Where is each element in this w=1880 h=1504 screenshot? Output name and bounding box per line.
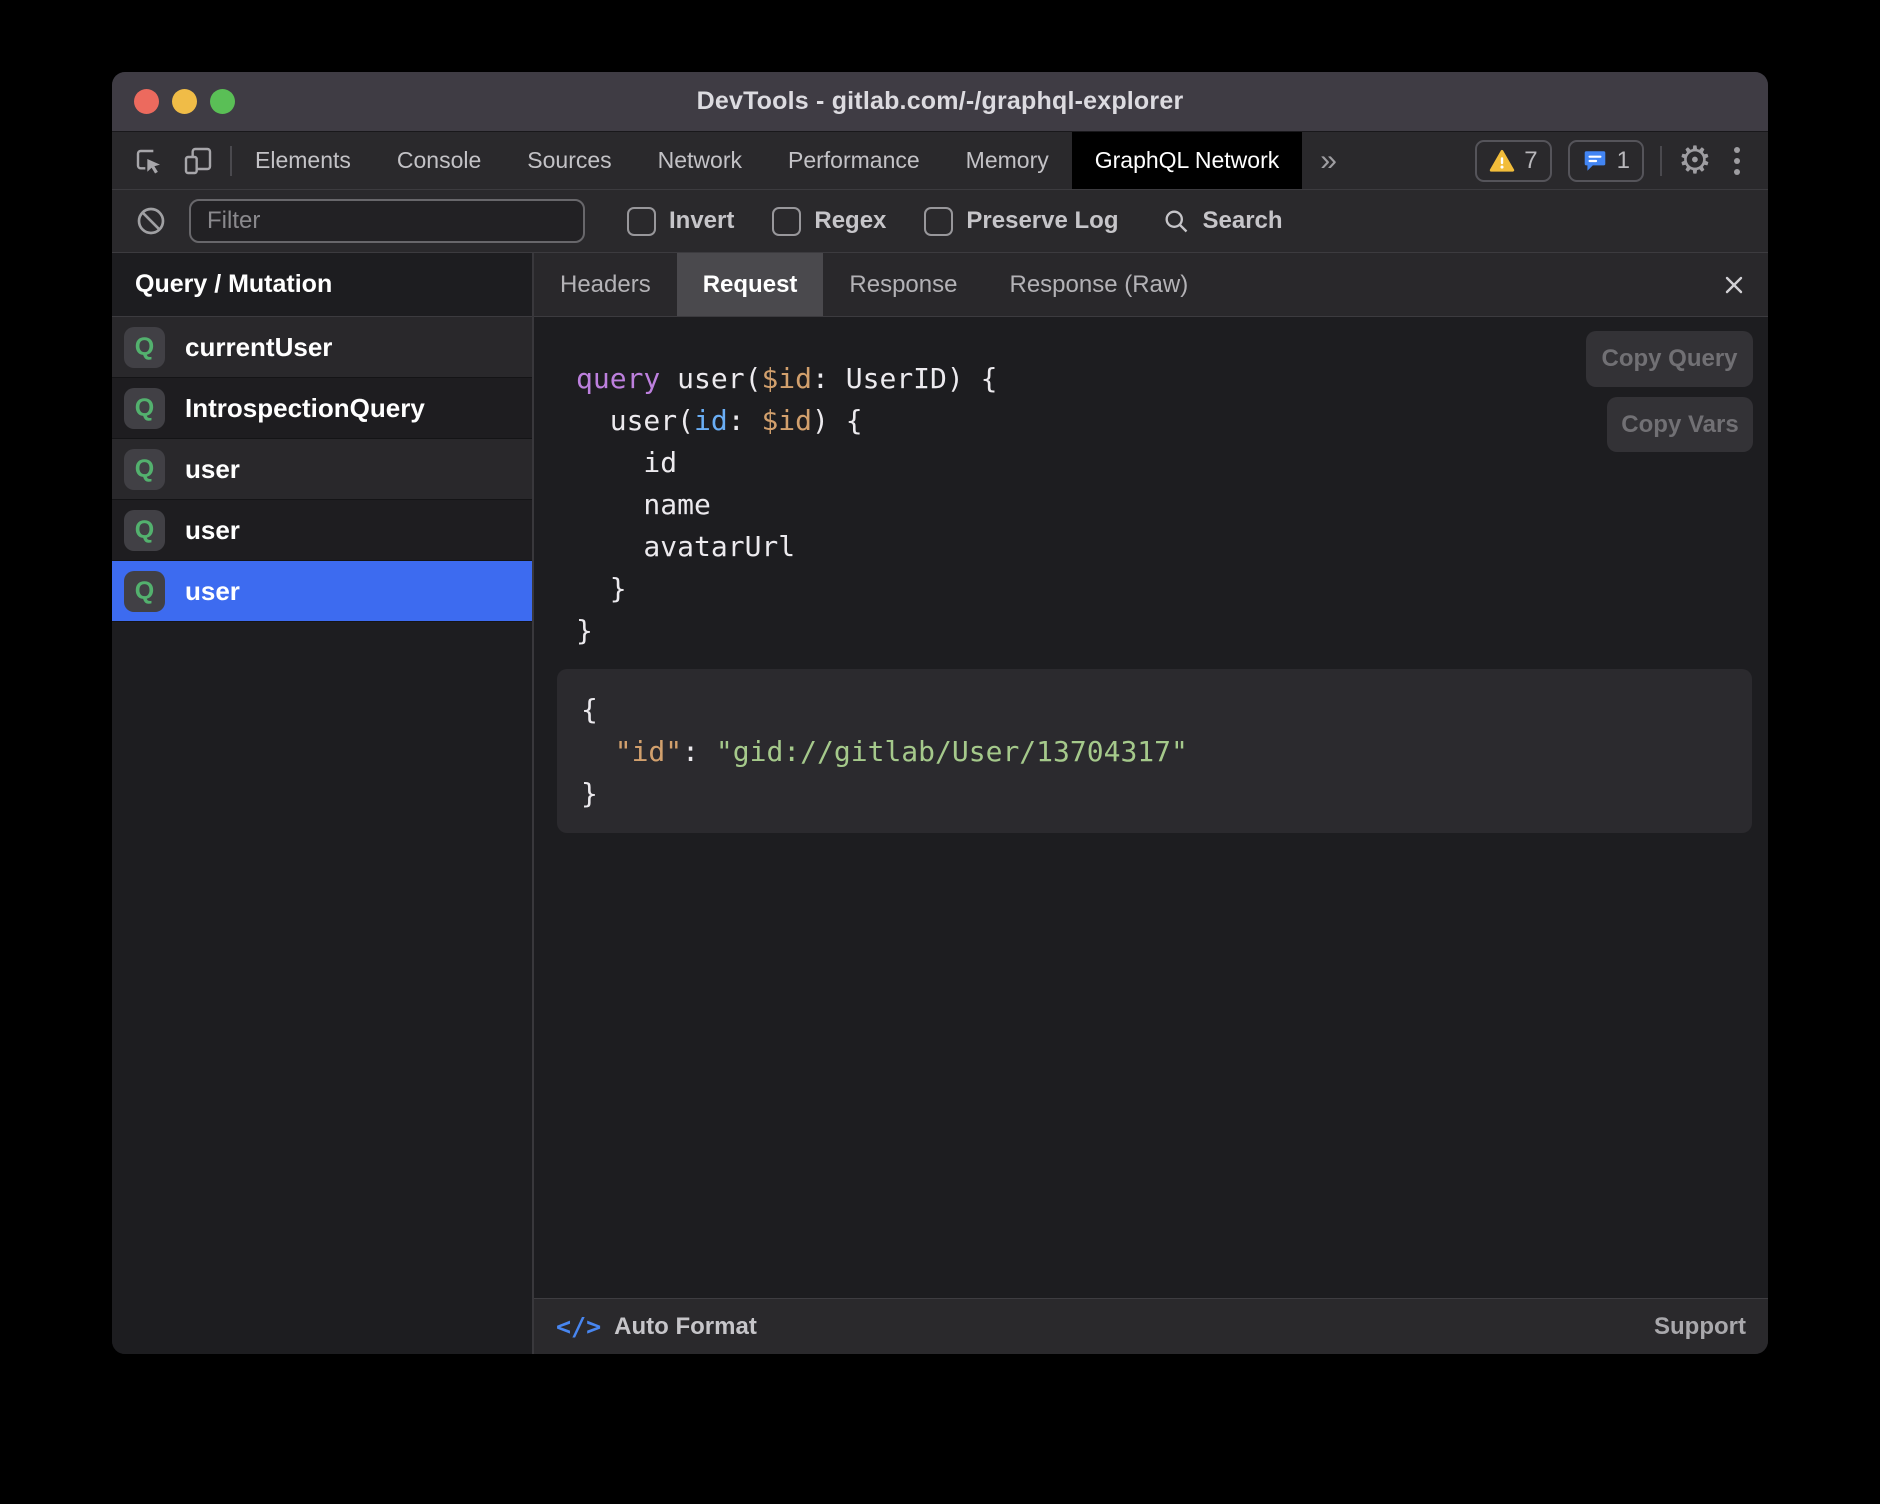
copy-vars-button[interactable]: Copy Vars [1607,397,1753,452]
preserve-log-checkbox-label: Preserve Log [966,207,1118,235]
query-list-item-label: IntrospectionQuery [185,393,425,424]
devtools-tabs: ElementsConsoleSourcesNetworkPerformance… [232,132,1072,189]
search-icon [1162,207,1190,235]
search-group[interactable]: Search [1162,207,1282,235]
variables-code-line: } [581,773,1728,815]
auto-format-button[interactable]: </> Auto Format [556,1312,757,1341]
query-list-item-label: currentUser [185,332,332,363]
invert-checkbox-label: Invert [669,207,734,235]
query-list-item-user[interactable]: Quser [112,500,532,561]
support-link[interactable]: Support [1654,1313,1746,1341]
message-icon [1582,148,1608,174]
warnings-badge[interactable]: 7 [1475,140,1551,182]
preserve-log-checkbox-box[interactable] [924,207,953,236]
query-type-badge: Q [124,327,165,368]
query-type-badge: Q [124,388,165,429]
copy-query-button[interactable]: Copy Query [1586,331,1753,387]
query-list-item-label: user [185,576,240,607]
query-code-line: user(id: $id) { [576,400,1768,442]
devtools-tabbar: ElementsConsoleSourcesNetworkPerformance… [112,132,1768,190]
detail-tab-request[interactable]: Request [677,253,824,316]
tab-performance[interactable]: Performance [765,132,943,189]
devtools-window: DevTools - gitlab.com/-/graphql-explorer… [112,72,1768,1354]
query-code-line: id [576,442,1768,484]
variables-code: { "id": "gid://gitlab/User/13704317"} [581,689,1728,815]
variables-box: { "id": "gid://gitlab/User/13704317"} [557,669,1752,833]
kebab-menu-icon[interactable] [1728,147,1746,175]
query-list-item-user[interactable]: Quser [112,561,532,622]
close-panel-button[interactable] [1700,253,1768,316]
invert-checkbox-box[interactable] [627,207,656,236]
request-query-code: query user($id: UserID) { user(id: $id) … [576,358,1768,652]
query-list-panel: Query / Mutation QcurrentUserQIntrospect… [112,253,534,1354]
tabbar-right: 7 1 ⚙ [1475,132,1768,189]
query-list: QcurrentUserQIntrospectionQueryQuserQuse… [112,317,532,622]
badges-divider [1660,146,1662,176]
detail-tabs: HeadersRequestResponseResponse (Raw) [534,253,1768,317]
request-content: query user($id: UserID) { user(id: $id) … [534,317,1768,1298]
code-brackets-icon: </> [556,1312,601,1341]
regex-checkbox-label: Regex [814,207,886,235]
search-label: Search [1202,207,1282,235]
more-tabs-icon[interactable]: » [1302,132,1355,189]
window-title: DevTools - gitlab.com/-/graphql-explorer [697,87,1184,116]
query-list-item-label: user [185,454,240,485]
regex-checkbox-box[interactable] [772,207,801,236]
query-code-line: } [576,568,1768,610]
warning-icon [1489,149,1515,173]
query-code-line: avatarUrl [576,526,1768,568]
detail-tabs-inner: HeadersRequestResponseResponse (Raw) [534,253,1214,316]
message-count: 1 [1617,147,1630,175]
tab-console[interactable]: Console [374,132,504,189]
detail-tab-response-raw[interactable]: Response (Raw) [983,253,1214,316]
tab-memory[interactable]: Memory [943,132,1072,189]
variables-code-line: "id": "gid://gitlab/User/13704317" [581,731,1728,773]
device-toolbar-icon[interactable] [182,145,214,177]
traffic-lights [134,72,235,131]
settings-gear-icon[interactable]: ⚙ [1678,142,1712,180]
warning-count: 7 [1524,147,1537,175]
query-list-item-introspectionquery[interactable]: Q IntrospectionQuery [112,378,532,439]
auto-format-label: Auto Format [614,1313,757,1341]
title-bar: DevTools - gitlab.com/-/graphql-explorer [112,72,1768,132]
query-code-line: name [576,484,1768,526]
tabbar-icons [112,132,230,189]
zoom-window-button[interactable] [210,89,235,114]
status-bar: </> Auto Format Support [534,1298,1768,1354]
tab-sources[interactable]: Sources [504,132,634,189]
minimize-window-button[interactable] [172,89,197,114]
filter-bar: Invert Regex Preserve Log Search [112,190,1768,253]
tab-graphql-network[interactable]: GraphQL Network [1072,132,1303,189]
detail-panel: HeadersRequestResponseResponse (Raw) que… [534,253,1768,1354]
close-window-button[interactable] [134,89,159,114]
query-list-item-currentuser[interactable]: QcurrentUser [112,317,532,378]
query-type-badge: Q [124,449,165,490]
issues-badge[interactable]: 1 [1568,140,1644,182]
filter-input[interactable] [189,199,585,243]
variables-code-line: { [581,689,1728,731]
query-type-badge: Q [124,571,165,612]
query-type-badge: Q [124,510,165,551]
checkbox-preserve-log[interactable]: Preserve Log [924,207,1118,236]
checkbox-regex[interactable]: Regex [772,207,886,236]
query-list-item-label: user [185,515,240,546]
main-split: Query / Mutation QcurrentUserQIntrospect… [112,253,1768,1354]
inspect-element-icon[interactable] [132,145,164,177]
query-list-item-user[interactable]: Quser [112,439,532,500]
query-code-line: } [576,610,1768,652]
tab-network[interactable]: Network [635,132,765,189]
query-mutation-header: Query / Mutation [112,253,532,317]
tab-elements[interactable]: Elements [232,132,374,189]
filter-checkboxes: Invert Regex Preserve Log [627,207,1118,236]
detail-tab-headers[interactable]: Headers [534,253,677,316]
checkbox-invert[interactable]: Invert [627,207,734,236]
detail-tab-response[interactable]: Response [823,253,983,316]
block-filter-icon[interactable] [135,205,167,237]
